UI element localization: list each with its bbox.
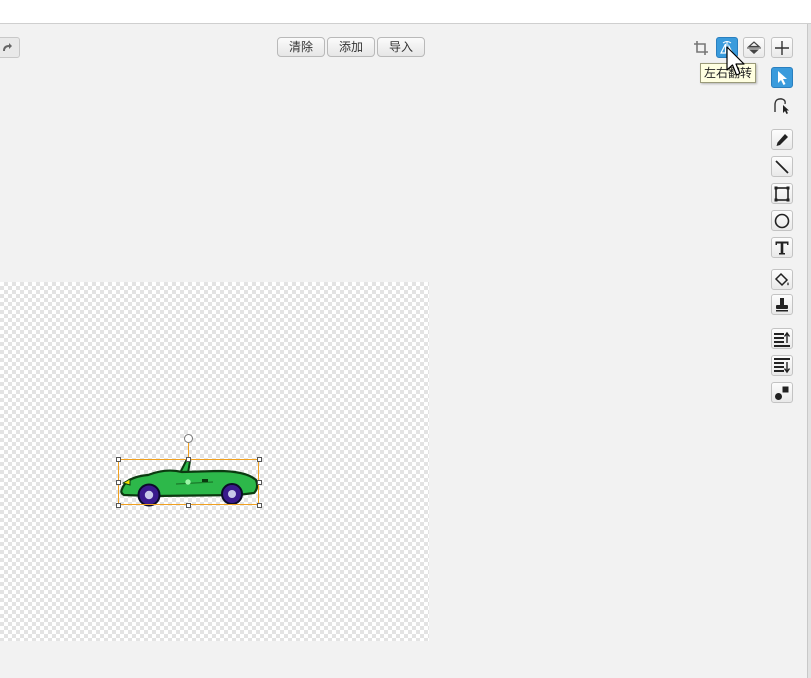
reshape-icon: [774, 97, 789, 114]
rectangle-tool-button[interactable]: [771, 183, 793, 204]
stamp-tool-button[interactable]: [771, 294, 793, 315]
send-backward-button[interactable]: [771, 355, 793, 376]
crop-icon: [694, 40, 708, 55]
select-arrow-icon: [778, 70, 787, 85]
fill-bucket-icon: [774, 272, 789, 286]
ellipse-icon: [774, 213, 790, 228]
fill-tool-button[interactable]: [771, 269, 793, 290]
resize-handle-right[interactable]: [257, 480, 262, 485]
resize-handle-bottom-right[interactable]: [257, 503, 262, 508]
top-bar: [0, 0, 811, 24]
resize-handle-top-right[interactable]: [257, 457, 262, 462]
select-tool-button[interactable]: [771, 67, 793, 88]
bring-forward-icon: [774, 331, 791, 347]
reshape-tool-button[interactable]: [771, 94, 793, 115]
resize-handle-bottom-left[interactable]: [116, 503, 121, 508]
costume-action-buttons: 清除 添加 导入: [277, 37, 426, 57]
ungroup-icon: [775, 386, 789, 400]
mouse-cursor-icon: [726, 46, 745, 76]
resize-handle-bottom[interactable]: [186, 503, 191, 508]
send-backward-icon: [774, 357, 791, 373]
set-center-icon: [775, 40, 789, 55]
add-button[interactable]: 添加: [327, 37, 376, 57]
rectangle-icon: [774, 186, 790, 201]
pencil-tool-button[interactable]: [771, 129, 793, 150]
bring-forward-button[interactable]: [771, 328, 793, 349]
redo-icon: [3, 42, 12, 51]
import-button[interactable]: 导入: [377, 37, 426, 57]
flip-vertical-icon: [747, 40, 761, 54]
ungroup-button[interactable]: [771, 382, 793, 403]
line-tool-button[interactable]: [771, 156, 793, 177]
stamp-icon: [776, 297, 788, 311]
set-center-button[interactable]: [771, 37, 793, 58]
crop-button[interactable]: [690, 37, 712, 58]
resize-handle-left[interactable]: [116, 480, 121, 485]
resize-handle-top-left[interactable]: [116, 457, 121, 462]
line-icon: [775, 159, 789, 174]
selection-box[interactable]: [118, 459, 259, 505]
right-scrollbar[interactable]: [807, 24, 811, 678]
ellipse-tool-button[interactable]: [771, 210, 793, 231]
clear-button[interactable]: 清除: [277, 37, 326, 57]
pencil-icon: [776, 133, 788, 146]
rotation-handle[interactable]: [184, 434, 193, 443]
resize-handle-top[interactable]: [186, 457, 191, 462]
text-icon: [775, 241, 789, 254]
text-tool-button[interactable]: [771, 237, 793, 258]
redo-button[interactable]: [0, 37, 20, 58]
